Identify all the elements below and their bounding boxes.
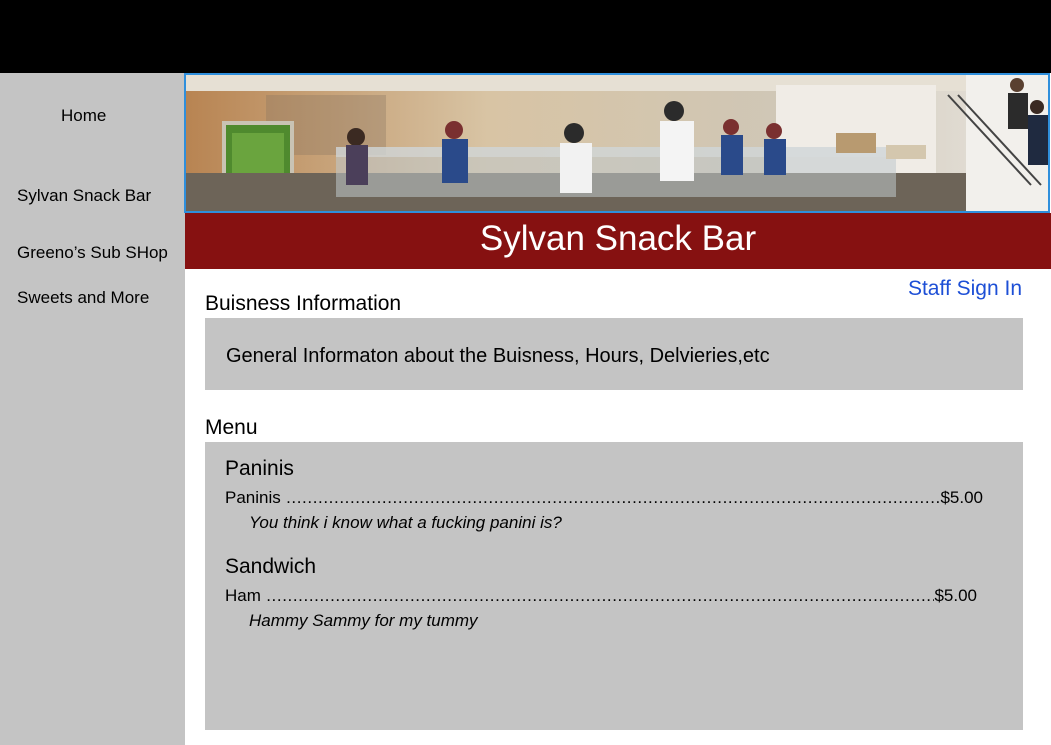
menu-box: Paninis Paninis ........................… xyxy=(205,442,1023,730)
menu-item-row: Ham ....................................… xyxy=(225,586,977,606)
menu-item-description: You think i know what a fucking panini i… xyxy=(249,513,562,532)
page-title: Sylvan Snack Bar xyxy=(185,213,1051,269)
business-info-heading: Buisness Information xyxy=(205,292,402,315)
menu-item-description: Hammy Sammy for my tummy xyxy=(249,611,478,630)
nav-sylvan-snack-bar[interactable]: Sylvan Snack Bar xyxy=(17,186,151,206)
menu-category-title: Sandwich xyxy=(225,555,317,578)
hero-image xyxy=(184,73,1050,213)
menu-item-price: $5.00 xyxy=(934,586,977,605)
nav-greenos-sub-shop[interactable]: Greeno’s Sub SHop xyxy=(17,243,168,263)
menu-item-leader: ........................................… xyxy=(286,488,941,507)
business-info-text: General Informaton about the Buisness, H… xyxy=(226,345,770,367)
menu-item-leader: ........................................… xyxy=(266,586,934,605)
menu-item-name: Paninis xyxy=(225,488,281,507)
menu-item-row: Paninis ................................… xyxy=(225,488,983,508)
cafeteria-photo xyxy=(186,75,1048,211)
sidebar: Home Sylvan Snack Bar Greeno’s Sub SHop … xyxy=(0,73,185,745)
menu-category-title: Paninis xyxy=(225,457,294,480)
nav-sweets-and-more[interactable]: Sweets and More xyxy=(17,288,149,308)
staff-sign-in-link[interactable]: Staff Sign In xyxy=(908,277,1022,301)
business-info-box: General Informaton about the Buisness, H… xyxy=(205,318,1023,390)
menu-item-name: Ham xyxy=(225,586,261,605)
top-bar xyxy=(0,0,1051,73)
menu-heading: Menu xyxy=(205,416,258,439)
menu-item-price: $5.00 xyxy=(940,488,983,507)
nav-home[interactable]: Home xyxy=(61,106,106,126)
